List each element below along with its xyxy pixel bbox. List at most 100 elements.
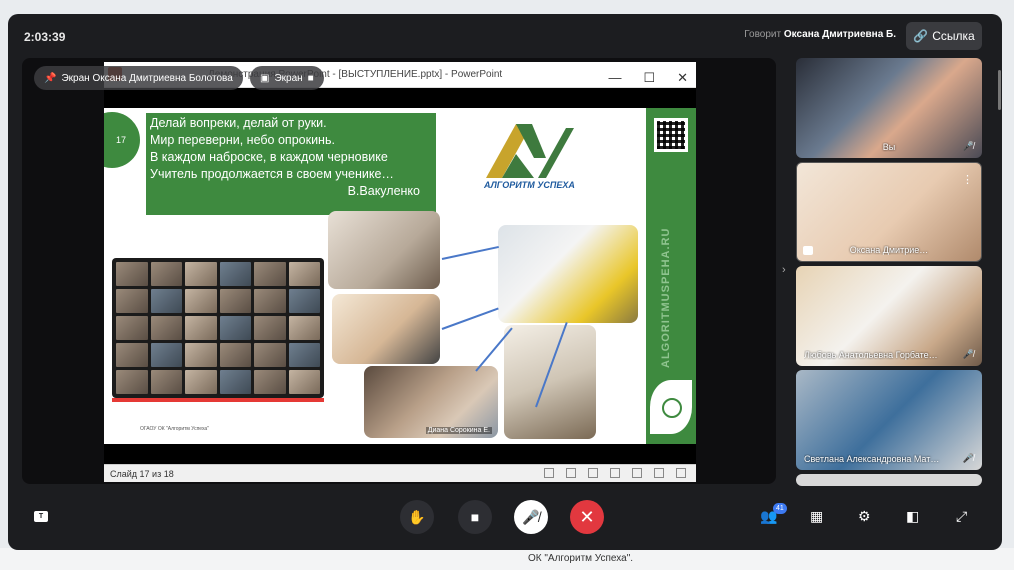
letterbox-top [104,88,696,108]
screen-icon: ▣ [260,72,270,84]
logo-text: АЛГОРИТМ УСПЕХА [484,180,575,190]
ppt-statusbar: Слайд 17 из 18 [104,464,696,482]
quote-line: Учитель продолжается в своем ученике… [150,167,394,181]
grid-cell [150,370,182,394]
qr-code [654,118,688,152]
grid-cell [219,262,251,286]
camera-button[interactable]: ■ [458,500,492,534]
grid-cell [254,370,286,394]
grid-cell [254,262,286,286]
participant-name: Оксана Дмитрие… [849,245,929,255]
conference-grid-photo [112,258,324,398]
participant-tile[interactable]: Вы 🎤̸ [796,58,982,158]
participant-name: Любовь Анатольевна Горбате… [804,350,938,360]
grid-cell [219,289,251,313]
collapse-sidebar-chevron-icon[interactable]: › [782,264,786,276]
grid-cell [150,289,182,313]
more-icon[interactable]: ⋮ [962,173,973,186]
participants-scrollbar[interactable] [998,70,1001,110]
grid-cell [185,316,217,340]
slide-footnote: ОГАОУ ОК "Алгоритм Успеха" [140,426,209,432]
layout-grid-button[interactable]: ▦ [810,508,823,525]
grid-cell [254,289,286,313]
powerpoint-window: Демонстрация PowerPoint - [ВЫСТУПЛЕНИЕ.p… [104,62,696,482]
normal-view-icon[interactable] [610,468,620,478]
grid-cell [150,262,182,286]
settings-gear-icon[interactable]: ⚙ [858,508,871,525]
speaking-name: Оксана Дмитриевна Б. [783,29,896,40]
grid-cell [288,289,320,313]
photo-teacher-computer [498,225,638,323]
grid-cell [254,316,286,340]
mic-off-icon: 🎤̸ [962,141,974,151]
grid-cell [116,289,148,313]
quote-line: Мир переверни, небо опрокинь. [150,133,335,147]
call-window: 2:03:39 Говорит Оксана Дмитриевна Б. 🔗 С… [8,14,1002,550]
end-call-button[interactable]: ✕ [570,500,604,534]
grid-cell [288,343,320,367]
screen-chip: ▣ Экран ■ [250,66,324,90]
sorter-view-icon[interactable] [632,468,642,478]
speaking-prefix: Говорит [744,29,782,40]
call-timer: 2:03:39 [24,30,66,44]
participant-tile[interactable]: ⋮ Оксана Дмитрие… [796,162,982,262]
quote-line: Делай вопреки, делай от руки. [150,116,327,130]
participant-tile[interactable]: Любовь Анатольевна Горбате… 🎤̸ [796,266,982,366]
photo-caption: Диана Сорокина Е. [425,427,492,434]
grid-cell [219,343,251,367]
prev-icon[interactable] [544,468,554,478]
photo-child-laptop [328,211,440,289]
website-text: ALGORITMUSPEHA.RU [660,227,672,368]
photo-child-homework [332,294,440,364]
link-button[interactable]: 🔗 Ссылка [906,22,982,50]
raise-hand-button[interactable]: ✋ [400,500,434,534]
mic-off-icon: 🎤̸ [962,349,974,359]
grid-cell [116,370,148,394]
link-icon: 🔗 [913,29,929,43]
letterbox-bottom [104,444,696,464]
participant-tile[interactable]: Светлана Александровна Мат… 🎤̸ [796,370,982,470]
participant-name: Светлана Александровна Мат… [804,454,940,464]
quote-box: Делай вопреки, делай от руки. Мир переве… [146,113,436,215]
link-label: Ссылка [932,29,975,43]
background-strip [0,548,1014,570]
grid-cell [288,316,320,340]
captions-icon[interactable]: T [34,511,48,522]
grid-cell [150,343,182,367]
grid-cell [219,370,251,394]
next-icon[interactable] [588,468,598,478]
grid-cell [219,316,251,340]
grid-red-bar [112,398,324,402]
screen-label: Экран [274,72,303,84]
view-buttons [544,468,686,478]
slideshow-icon[interactable] [676,468,686,478]
screen-owner-label: Экран Оксана Дмитриевна Болотова [61,72,233,84]
grid-cell [254,343,286,367]
participant-tile-partial[interactable] [796,474,982,486]
photo-video-call: Диана Сорокина Е. [364,366,498,438]
grid-cell [288,370,320,394]
camera-icon: ■ [307,72,314,84]
quote-line: В каждом наброске, в каждом черновике [150,150,388,164]
grid-cell [288,262,320,286]
pin-icon[interactable]: 📌 [44,73,56,84]
notes-icon[interactable] [566,468,576,478]
mic-off-icon: 🎤̸ [962,453,974,463]
grid-cell [185,370,217,394]
pip-button[interactable]: ◧ [906,508,919,525]
fullscreen-icon[interactable]: ⤢ [956,508,967,525]
participants-count: 41 [773,503,787,514]
speaking-indicator: Говорит Оксана Дмитриевна Б. [744,29,896,40]
grid-cell [185,262,217,286]
slide: 17 Делай вопреки, делай от руки. Мир пер… [104,108,696,444]
arrow [441,245,499,260]
participant-name: Вы [882,142,896,152]
reading-view-icon[interactable] [654,468,664,478]
grid-cell [185,289,217,313]
participants-button[interactable]: 👥 41 [760,503,787,525]
slide-number: 17 [104,112,140,168]
grid-cell [116,316,148,340]
grid-cell [116,262,148,286]
mic-toggle-button[interactable]: 🎤̸ [514,500,548,534]
grid-cell [150,316,182,340]
